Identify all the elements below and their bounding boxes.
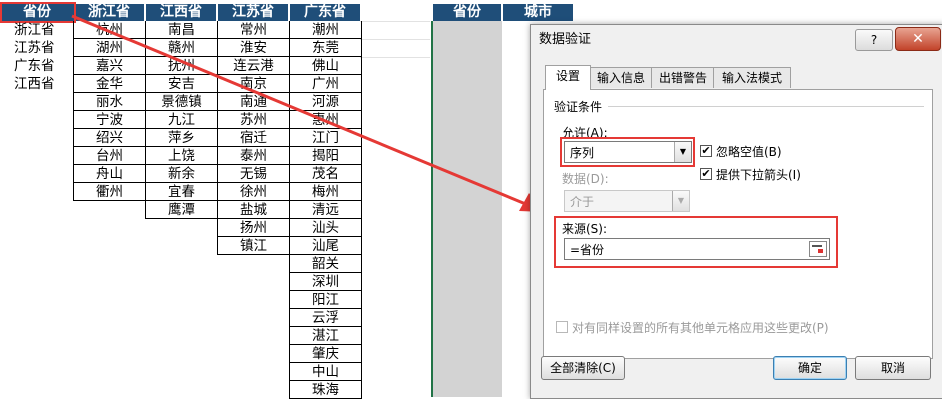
settings-panel: 验证条件 允许(A): 序列 ▼ ✔ 忽略空值(B) ✔ 提供下拉箭头(I) 数…: [543, 89, 933, 359]
section-divider: [608, 106, 924, 107]
chevron-down-icon[interactable]: ▼: [672, 191, 689, 211]
tab-ime-mode[interactable]: 输入法模式: [713, 67, 791, 88]
tab-input-message[interactable]: 输入信息: [589, 67, 653, 88]
data-select[interactable]: 介于 ▼: [564, 190, 690, 212]
help-button[interactable]: ?: [855, 29, 893, 51]
section-title: 验证条件: [554, 100, 603, 114]
close-button[interactable]: ✕: [895, 27, 941, 51]
tab-settings[interactable]: 设置: [545, 65, 591, 90]
tab-error-alert[interactable]: 出错警告: [651, 67, 715, 88]
data-validation-dialog: 数据验证 ? ✕ 设置 输入信息 出错警告 输入法模式 验证条件 允许(A): …: [530, 24, 942, 399]
ignore-blank-checkbox[interactable]: ✔: [700, 145, 712, 157]
dropdown-checkbox[interactable]: ✔: [700, 168, 712, 180]
dropdown-label: 提供下拉箭头(I): [716, 168, 801, 182]
cancel-button[interactable]: 取消: [855, 356, 931, 380]
clear-all-button[interactable]: 全部清除(C): [541, 356, 625, 380]
apply-all-label: 对有同样设置的所有其他单元格应用这些更改(P): [572, 321, 829, 335]
ignore-blank-label: 忽略空值(B): [716, 145, 782, 159]
apply-all-checkbox[interactable]: [556, 321, 568, 333]
source-highlight: [554, 216, 838, 268]
data-value: 介于: [570, 195, 595, 209]
data-label: 数据(D):: [562, 172, 609, 186]
ok-button[interactable]: 确定: [773, 356, 847, 380]
arrow-line: [71, 14, 529, 207]
allow-highlight: [560, 137, 695, 167]
